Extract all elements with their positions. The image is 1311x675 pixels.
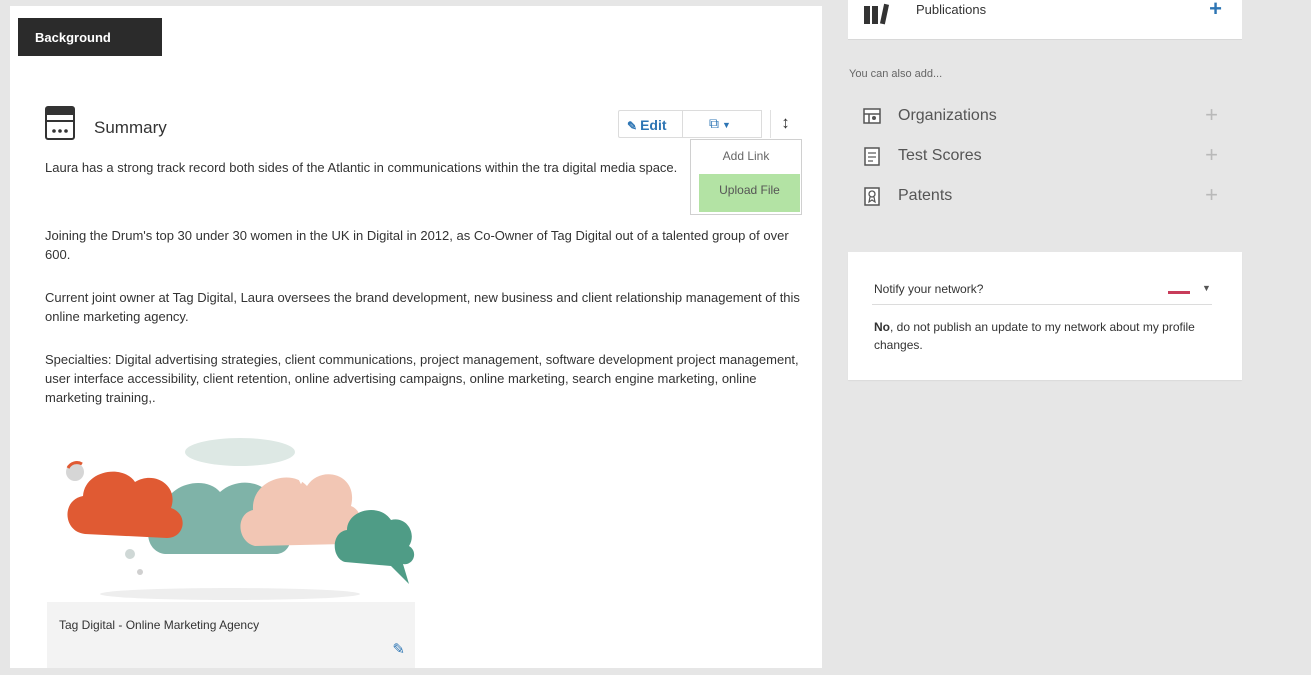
background-section: Background Summary ✎ Edit ⧉ ▼ ↕ Add Link U…: [10, 6, 822, 668]
background-tab[interactable]: Background: [18, 18, 162, 56]
publications-icon: [864, 3, 890, 25]
summary-paragraph: Specialties: Digital advertising strateg…: [45, 352, 799, 405]
publications-card: Publications +: [848, 0, 1242, 40]
media-thumbnail: [66, 438, 415, 600]
organizations-icon: [863, 108, 881, 124]
add-patents-button[interactable]: +: [1205, 182, 1218, 208]
divider: [872, 304, 1212, 305]
pencil-icon[interactable]: ✎: [392, 640, 405, 658]
organizations-label: Organizations: [898, 107, 997, 124]
summary-paragraph: Laura has a strong track record both sid…: [45, 160, 678, 175]
summary-paragraph: Current joint owner at Tag Digital, Laur…: [45, 290, 800, 324]
notify-toggle-indicator[interactable]: [1168, 291, 1190, 294]
publications-label: Publications: [916, 2, 987, 17]
edit-label: Edit: [640, 117, 667, 133]
add-link-option[interactable]: Add Link: [691, 144, 801, 168]
notify-network-label: Notify your network?: [874, 282, 984, 296]
add-item-patents[interactable]: Patents +: [858, 182, 1238, 212]
media-caption: Tag Digital - Online Marketing Agency: [59, 618, 260, 632]
chevron-down-icon[interactable]: ▼: [1202, 283, 1211, 293]
patents-icon: [864, 187, 880, 206]
summary-title: Summary: [94, 118, 167, 137]
pencil-icon: ✎: [627, 119, 638, 133]
add-media-button[interactable]: ⧉ ▼: [682, 110, 762, 138]
media-dropdown: Add Link Upload File: [690, 139, 802, 215]
summary-paragraph: Joining the Drum's top 30 under 30 women…: [45, 228, 789, 262]
test-scores-label: Test Scores: [898, 147, 982, 164]
chevron-down-icon: ▼: [722, 120, 731, 130]
add-item-organizations[interactable]: Organizations +: [858, 102, 1238, 132]
background-tab-label: Background: [35, 30, 111, 45]
add-organizations-button[interactable]: +: [1205, 102, 1218, 128]
also-add-heading: You can also add...: [849, 68, 943, 80]
add-media-icon: ⧉: [709, 115, 719, 131]
test-scores-icon: [864, 147, 880, 166]
notify-answer-detail: , do not publish an update to my network…: [874, 320, 1195, 352]
patents-label: Patents: [898, 187, 953, 204]
reorder-icon[interactable]: ↕: [770, 110, 800, 138]
add-test-scores-button[interactable]: +: [1205, 142, 1218, 168]
summary-card-icon: [45, 106, 75, 140]
notify-answer: No: [874, 320, 890, 334]
add-item-test-scores[interactable]: Test Scores +: [858, 142, 1238, 172]
edit-button[interactable]: ✎ Edit: [618, 110, 682, 138]
notify-description: No, do not publish an update to my netwo…: [874, 318, 1204, 354]
media-card[interactable]: Tag Digital - Online Marketing Agency ✎: [45, 434, 425, 668]
upload-file-option[interactable]: Upload File: [699, 174, 800, 212]
notify-network-card: Notify your network? ▼ No, do not publis…: [848, 252, 1242, 380]
media-caption-box: Tag Digital - Online Marketing Agency ✎: [47, 602, 415, 668]
add-publication-button[interactable]: +: [1209, 0, 1222, 22]
